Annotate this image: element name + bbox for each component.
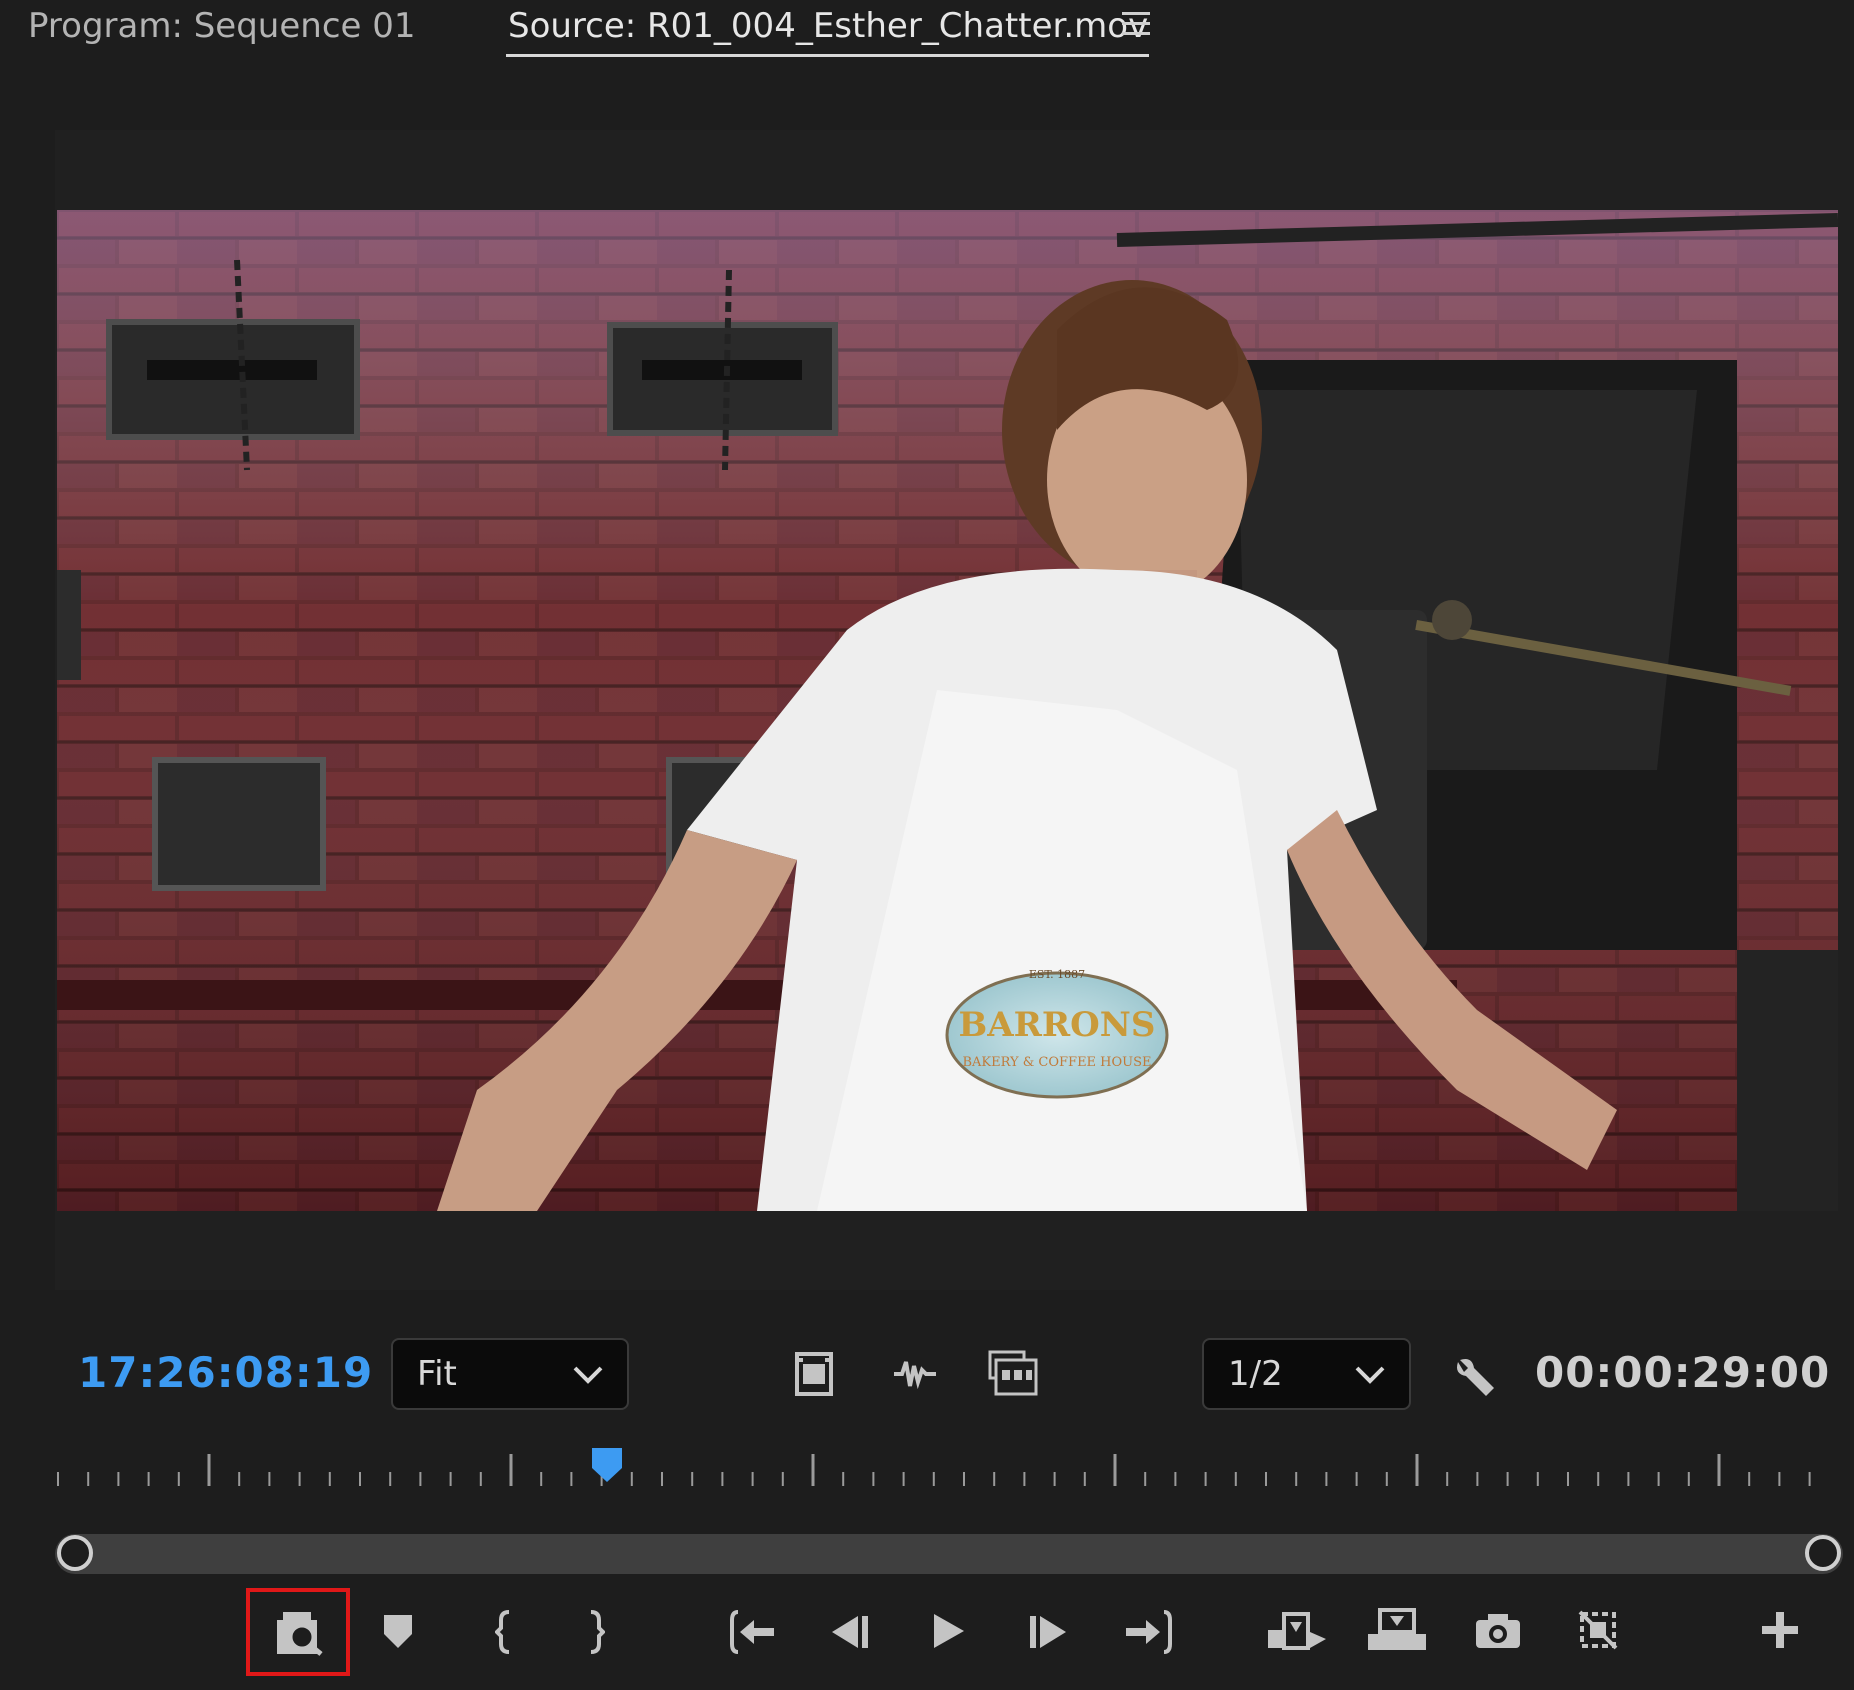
apron-brand-text: BARRONS bbox=[959, 1005, 1156, 1045]
playhead-timecode[interactable]: 17:26:08:19 bbox=[78, 1348, 373, 1397]
video-frame: EST. 1887 BARRONS BAKERY & COFFEE HOUSE bbox=[57, 210, 1838, 1211]
step-forward-icon[interactable] bbox=[1028, 1614, 1068, 1650]
insert-icon[interactable] bbox=[1266, 1608, 1328, 1652]
chevron-down-icon bbox=[1355, 1366, 1385, 1384]
go-to-out-icon[interactable] bbox=[1124, 1610, 1174, 1654]
play-icon[interactable] bbox=[930, 1612, 966, 1650]
drag-audio-only-icon[interactable] bbox=[892, 1358, 938, 1390]
panel-menu-icon[interactable] bbox=[1122, 12, 1150, 36]
marker-icon[interactable] bbox=[383, 1614, 413, 1650]
active-tab-underline bbox=[506, 54, 1149, 57]
scroll-handle-left[interactable] bbox=[57, 1535, 93, 1571]
playback-resolution-value: 1/2 bbox=[1228, 1354, 1283, 1394]
time-ruler[interactable] bbox=[55, 1440, 1829, 1490]
panel-tab-bar: Program: Sequence 01 Source: R01_004_Est… bbox=[0, 0, 1854, 62]
drag-video-only-icon[interactable] bbox=[795, 1352, 833, 1396]
export-frame-icon[interactable] bbox=[1474, 1612, 1522, 1650]
apron-sub-text: BAKERY & COFFEE HOUSE bbox=[962, 1055, 1151, 1070]
scroll-handle-right[interactable] bbox=[1805, 1535, 1841, 1571]
mark-in-icon[interactable] bbox=[495, 1610, 513, 1654]
zoom-level-value: Fit bbox=[417, 1354, 457, 1394]
go-to-in-icon[interactable] bbox=[728, 1610, 778, 1654]
playback-resolution-select[interactable]: 1/2 bbox=[1202, 1338, 1411, 1410]
overwrite-icon[interactable] bbox=[1366, 1608, 1428, 1652]
apron-est-text: EST. 1887 bbox=[1029, 968, 1085, 981]
playhead-marker[interactable] bbox=[590, 1446, 624, 1484]
proxy-toggle-icon[interactable] bbox=[1576, 1608, 1620, 1652]
add-button-icon[interactable] bbox=[1762, 1612, 1798, 1648]
tab-program-monitor[interactable]: Program: Sequence 01 bbox=[28, 6, 416, 46]
settings-wrench-icon[interactable] bbox=[1450, 1352, 1498, 1400]
duration-timecode: 00:00:29:00 bbox=[1535, 1348, 1831, 1397]
tab-source-monitor[interactable]: Source: R01_004_Esther_Chatter.mov bbox=[508, 6, 1148, 46]
mark-out-icon[interactable] bbox=[587, 1610, 605, 1654]
multi-camera-icon[interactable] bbox=[988, 1350, 1038, 1396]
zoom-level-select[interactable]: Fit bbox=[391, 1338, 629, 1410]
video-frame-image: EST. 1887 BARRONS BAKERY & COFFEE HOUSE bbox=[57, 210, 1838, 1211]
step-back-icon[interactable] bbox=[830, 1614, 870, 1650]
filter-search-icon[interactable] bbox=[275, 1610, 325, 1656]
chevron-down-icon bbox=[573, 1366, 603, 1384]
zoom-scroll-bar[interactable] bbox=[55, 1534, 1843, 1574]
